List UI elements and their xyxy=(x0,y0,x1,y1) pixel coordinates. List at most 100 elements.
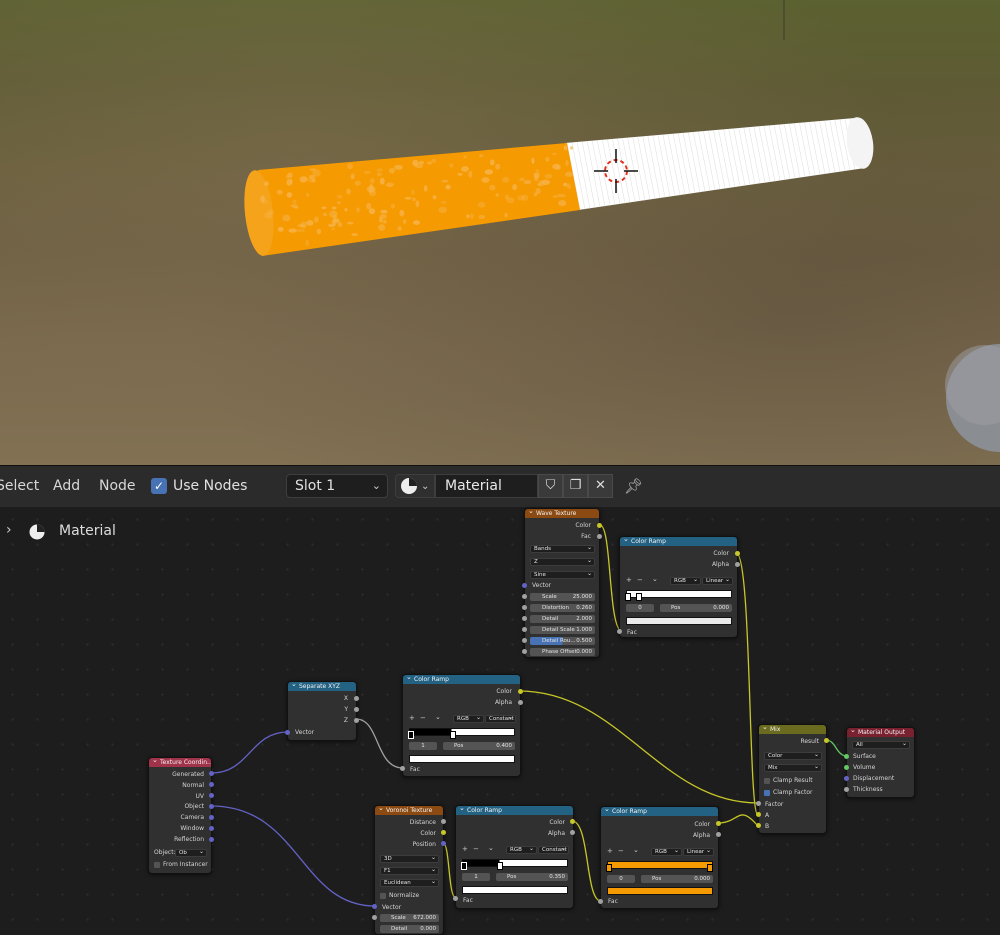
remove-stop-icon[interactable]: − xyxy=(420,714,426,722)
socket-in-vector[interactable] xyxy=(372,904,377,909)
stop-index-field[interactable]: 0 xyxy=(626,604,654,612)
remove-stop-icon[interactable]: − xyxy=(618,847,624,855)
chevron-down-icon[interactable]: ⌄ xyxy=(633,846,639,854)
socket-in-fac[interactable] xyxy=(617,629,622,634)
material-output-node[interactable]: Material Output All Surface Volume Displ… xyxy=(846,727,915,798)
wave-texture-node[interactable]: Wave Texture Color Fac Bands Z Sine Vect… xyxy=(524,508,600,658)
node-title[interactable]: Wave Texture xyxy=(525,509,599,518)
from-instancer-checkbox[interactable] xyxy=(154,862,160,868)
socket-out-alpha[interactable] xyxy=(716,832,721,837)
socket-out-camera[interactable] xyxy=(209,815,214,820)
voronoi-texture-node[interactable]: Voronoi Texture Distance Color Position … xyxy=(374,805,444,935)
stop-color-swatch[interactable] xyxy=(462,886,568,894)
interpolation-dropdown[interactable]: Constant xyxy=(485,715,516,723)
socket-in-fac[interactable] xyxy=(453,896,458,901)
object-picker-field[interactable]: Ob xyxy=(175,849,207,857)
socket-out-color[interactable] xyxy=(716,821,721,826)
socket-out-color[interactable] xyxy=(441,830,446,835)
socket-out-fac[interactable] xyxy=(597,534,602,539)
node-title[interactable]: Color Ramp xyxy=(620,537,737,546)
socket-in-volume[interactable] xyxy=(844,765,849,770)
socket-in-vector[interactable] xyxy=(522,583,527,588)
socket-in-phase-offset[interactable] xyxy=(522,649,527,654)
color-ramp-gradient[interactable] xyxy=(607,861,713,869)
add-stop-icon[interactable]: + xyxy=(462,845,468,853)
stop-pos-field[interactable]: Pos 0.350 xyxy=(496,873,568,881)
color-mode-dropdown[interactable]: RGB xyxy=(651,848,682,856)
socket-out-uv[interactable] xyxy=(209,793,214,798)
ramp-stop-handle[interactable] xyxy=(408,731,414,739)
socket-in-a[interactable] xyxy=(756,812,761,817)
field-distortion[interactable]: Distortion 0.260 xyxy=(530,604,595,612)
wave-profile-dropdown[interactable]: Sine xyxy=(530,571,595,579)
stop-color-swatch[interactable] xyxy=(607,887,713,895)
socket-in-displacement[interactable] xyxy=(844,776,849,781)
ramp-stop-handle[interactable] xyxy=(636,593,642,601)
socket-out-color[interactable] xyxy=(518,689,523,694)
socket-out-generated[interactable] xyxy=(209,771,214,776)
field-scale[interactable]: Scale 672.000 xyxy=(380,914,439,922)
node-title[interactable]: Color Ramp xyxy=(403,675,520,684)
socket-in-vector[interactable] xyxy=(285,730,290,735)
socket-in-thickness[interactable] xyxy=(844,787,849,792)
stop-pos-field[interactable]: Pos 0.400 xyxy=(443,742,515,750)
mix-node[interactable]: Mix Result Color Mix Clamp Result Clamp … xyxy=(758,724,827,834)
field-phase-offset[interactable]: Phase Offset 0.000 xyxy=(530,648,595,656)
node-title[interactable]: Mix xyxy=(759,725,826,734)
chevron-down-icon[interactable]: ⌄ xyxy=(488,844,494,852)
feature-dropdown[interactable]: F1 xyxy=(380,867,439,875)
color-ramp-node-mid[interactable]: Color Ramp Color Alpha + − ⌄ RGB Constan… xyxy=(402,674,521,777)
ramp-stop-handle[interactable] xyxy=(497,862,503,870)
color-ramp-node-low-2[interactable]: Color Ramp Color Alpha + − ⌄ RGB Linear … xyxy=(600,806,719,909)
socket-out-object[interactable] xyxy=(209,804,214,809)
socket-out-window[interactable] xyxy=(209,826,214,831)
node-title[interactable]: Voronoi Texture xyxy=(375,806,443,815)
remove-stop-icon[interactable]: − xyxy=(473,845,479,853)
socket-out-normal[interactable] xyxy=(209,782,214,787)
color-mode-dropdown[interactable]: RGB xyxy=(453,715,484,723)
color-ramp-gradient[interactable] xyxy=(409,728,515,736)
stop-index-field[interactable]: 0 xyxy=(607,875,635,883)
separate-xyz-node[interactable]: Separate XYZ X Y Z Vector xyxy=(287,681,357,741)
socket-out-color[interactable] xyxy=(570,819,575,824)
socket-in-fac[interactable] xyxy=(598,899,603,904)
ramp-stop-handle[interactable] xyxy=(461,862,467,870)
interpolation-dropdown[interactable]: Linear xyxy=(683,848,714,856)
add-stop-icon[interactable]: + xyxy=(626,576,632,584)
interpolation-dropdown[interactable]: Linear xyxy=(702,577,733,585)
socket-out-distance[interactable] xyxy=(441,819,446,824)
color-mode-dropdown[interactable]: RGB xyxy=(670,577,701,585)
color-mode-dropdown[interactable]: RGB xyxy=(506,846,537,854)
node-title[interactable]: Separate XYZ xyxy=(288,682,356,691)
ramp-stop-handle[interactable] xyxy=(707,864,713,872)
node-title[interactable]: Texture Coordin... xyxy=(149,758,211,767)
stop-index-field[interactable]: 1 xyxy=(409,742,437,750)
ramp-stop-handle[interactable] xyxy=(450,731,456,739)
stop-color-swatch[interactable] xyxy=(409,755,515,763)
field-detail[interactable]: Detail 0.000 xyxy=(380,925,439,933)
socket-out-reflection[interactable] xyxy=(209,837,214,842)
dimensions-dropdown[interactable]: 3D xyxy=(380,855,439,863)
socket-out-color[interactable] xyxy=(735,551,740,556)
ramp-stop-handle[interactable] xyxy=(625,593,631,601)
chevron-down-icon[interactable]: ⌄ xyxy=(435,713,441,721)
node-title[interactable]: Material Output xyxy=(847,728,914,737)
socket-in-scale[interactable] xyxy=(522,594,527,599)
socket-out-y[interactable] xyxy=(354,707,359,712)
interpolation-dropdown[interactable]: Constant xyxy=(538,846,569,854)
stop-index-field[interactable]: 1 xyxy=(462,873,490,881)
stop-color-swatch[interactable] xyxy=(626,617,732,625)
socket-in-surface[interactable] xyxy=(844,754,849,759)
socket-out-color[interactable] xyxy=(597,523,602,528)
node-title[interactable]: Color Ramp xyxy=(456,806,573,815)
ramp-stop-handle[interactable] xyxy=(606,864,612,872)
field-detail[interactable]: Detail 2.000 xyxy=(530,615,595,623)
socket-out-alpha[interactable] xyxy=(570,830,575,835)
texture-coordinate-node[interactable]: Texture Coordin... Generated Normal UV O… xyxy=(148,757,212,874)
stop-pos-field[interactable]: Pos 0.000 xyxy=(660,604,732,612)
blend-mode-dropdown[interactable]: Mix xyxy=(764,764,822,772)
distance-metric-dropdown[interactable]: Euclidean xyxy=(380,879,439,887)
color-ramp-node-top[interactable]: Color Ramp Color Alpha + − ⌄ RGB Linear … xyxy=(619,536,738,638)
wave-direction-dropdown[interactable]: Z xyxy=(530,558,595,566)
socket-out-alpha[interactable] xyxy=(518,700,523,705)
